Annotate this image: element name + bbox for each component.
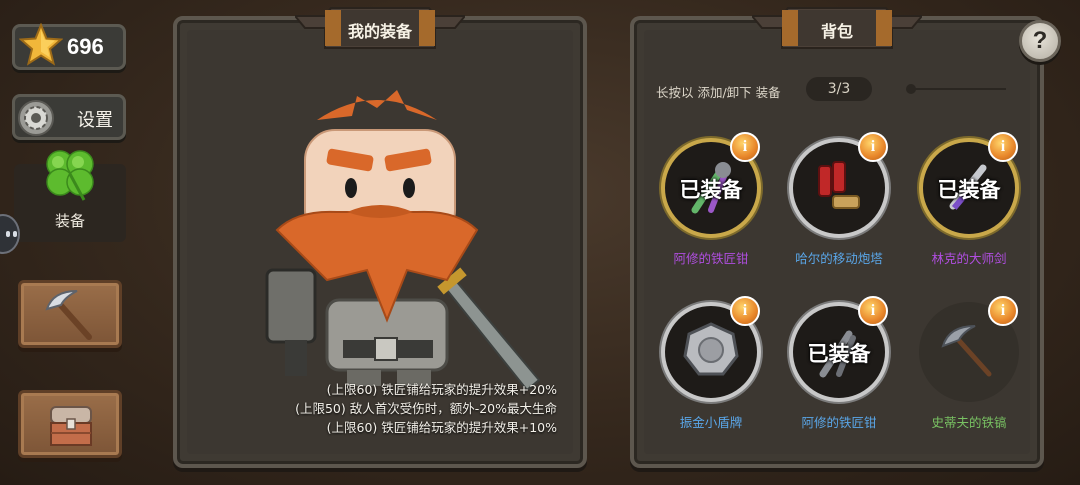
item-name: 林克的大师剑 (931, 251, 1007, 266)
pickaxe-button[interactable] (18, 280, 122, 348)
buff-line: (上限50) 敌人首次受伤时，额外-20%最大生命 (295, 401, 557, 416)
buff-line: (上限60) 铁匠铺给玩家的提升效果+20% (326, 382, 557, 397)
item-name: 史蒂夫的铁镐 (931, 415, 1007, 430)
equipped-label: 已装备 (807, 342, 871, 366)
info-icon[interactable]: i (858, 296, 888, 326)
scroll-track[interactable] (910, 88, 1006, 90)
buff-line: (上限60) 铁匠铺给玩家的提升效果+10% (326, 420, 557, 435)
equipment-banner: 我的装备 (295, 6, 465, 50)
chest-button[interactable] (18, 390, 122, 458)
settings-button[interactable]: 设置 (12, 94, 126, 140)
pickaxe-icon (941, 325, 992, 377)
backpack-item[interactable]: 已装备 i 阿修的铁匠钳 (784, 296, 894, 432)
help-button[interactable]: ? (1019, 20, 1061, 62)
backpack-hint: 长按以 添加/卸下 装备 (656, 85, 781, 100)
info-icon[interactable]: i (858, 132, 888, 162)
info-icon[interactable]: i (988, 296, 1018, 326)
equipment-title: 我的装备 (347, 22, 412, 41)
backpack-item[interactable]: 已装备 i 林克的大师剑 (914, 132, 1024, 268)
item-name: 阿修的铁匠钳 (801, 415, 877, 430)
settings-label: 设置 (77, 110, 113, 131)
equipped-label: 已装备 (937, 178, 1001, 202)
star-icon (19, 23, 63, 66)
equipped-label: 已装备 (679, 178, 743, 202)
info-icon[interactable]: i (730, 132, 760, 162)
star-counter: 696 (12, 23, 126, 70)
backpack-item[interactable]: i 史蒂夫的铁镐 (914, 296, 1024, 432)
backpack-item[interactable]: 已装备 i 阿修的铁匠钳 (656, 132, 766, 268)
equipment-panel: 我的装备 (上限60) 铁匠铺给玩家的提升效果+20% (上限50) 敌人首次受… (173, 7, 587, 468)
gear-icon (18, 100, 54, 136)
tab-equipment[interactable]: 装备 (14, 150, 126, 242)
backpack-panel: 背包 长按以 添加/卸下 装备 3/3 已装备 i 阿修的铁匠钳 i 哈尔的移动… (630, 7, 1044, 468)
clover-icon (46, 150, 94, 201)
item-name: 振金小盾牌 (679, 415, 743, 430)
info-icon[interactable]: i (988, 132, 1018, 162)
shield-icon (683, 322, 739, 376)
chest-icon (50, 406, 92, 446)
backpack-banner: 背包 (752, 6, 922, 50)
star-count: 696 (67, 34, 104, 59)
backpack-title: 背包 (820, 22, 853, 41)
dwarf-hero-portrait (265, 90, 541, 390)
pickaxe-icon (45, 290, 92, 340)
item-name: 阿修的铁匠钳 (673, 251, 749, 266)
item-name: 哈尔的移动炮塔 (795, 251, 883, 266)
tab-equipment-label: 装备 (54, 212, 85, 230)
turret-shells-icon (818, 161, 860, 209)
equipment-buff-list: (上限60) 铁匠铺给玩家的提升效果+20% (上限50) 敌人首次受伤时，额外… (295, 380, 557, 437)
backpack-capacity: 3/3 (806, 77, 872, 101)
backpack-item[interactable]: i 振金小盾牌 (656, 296, 766, 432)
info-icon[interactable]: i (730, 296, 760, 326)
backpack-item[interactable]: i 哈尔的移动炮塔 (784, 132, 894, 268)
